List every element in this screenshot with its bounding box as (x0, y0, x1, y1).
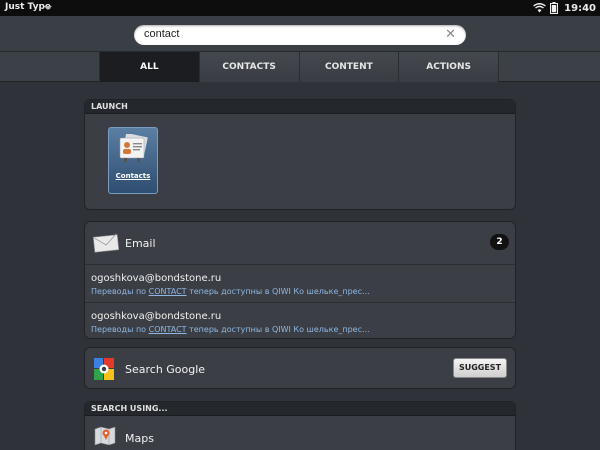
envelope-icon (93, 233, 119, 253)
snippet-text: теперь доступны в QIWI Ко шельке_прес… (186, 287, 370, 296)
email-count-badge: 2 (490, 234, 509, 250)
snippet-text: теперь доступны в QIWI Ко шельке_прес… (186, 325, 370, 334)
search-header: contact ✕ (0, 16, 600, 52)
search-using-panel: SEARCH USING... Maps (84, 401, 516, 450)
email-label: Email (125, 237, 156, 250)
tab-content[interactable]: CONTENT (298, 52, 399, 82)
app-menu-caret-icon[interactable] (44, 6, 52, 10)
tab-actions[interactable]: ACTIONS (398, 52, 499, 82)
contacts-app-label: Contacts (115, 172, 151, 180)
battery-icon (550, 2, 559, 14)
tab-all[interactable]: ALL (99, 52, 199, 82)
google-icon (94, 358, 114, 380)
clock: 19:40 (564, 2, 596, 14)
clear-icon[interactable]: ✕ (445, 27, 456, 42)
filter-tabs: ALL CONTACTS CONTENT ACTIONS (99, 52, 499, 82)
search-using-title: SEARCH USING... (85, 402, 515, 416)
status-icons: 19:40 (533, 1, 596, 15)
launch-panel: LAUNCH Contacts (84, 99, 516, 210)
suggest-button[interactable]: SUGGEST (453, 358, 507, 378)
email-sender: ogoshkova@bondstone.ru (91, 311, 222, 322)
snippet-text: Переводы по (91, 287, 149, 296)
launch-title: LAUNCH (85, 100, 515, 114)
search-using-item-maps[interactable]: Maps (125, 432, 154, 445)
snippet-text: Переводы по (91, 325, 149, 334)
snippet-highlight: CONTACT (148, 325, 187, 334)
tab-contacts[interactable]: CONTACTS (198, 52, 299, 82)
status-bar: Just Type 19:40 (0, 0, 600, 16)
wifi-icon (533, 3, 546, 13)
search-google-panel[interactable]: Search Google SUGGEST (84, 347, 516, 389)
search-query[interactable]: contact (144, 28, 179, 40)
email-header[interactable]: Email 2 (85, 222, 515, 264)
contacts-icon (119, 134, 148, 162)
search-input[interactable]: contact ✕ (134, 25, 466, 45)
email-result[interactable]: ogoshkova@bondstone.ru Переводы по CONTA… (85, 302, 515, 340)
email-snippet: Переводы по CONTACT теперь доступны в QI… (91, 325, 370, 334)
search-google-label: Search Google (125, 363, 206, 376)
email-sender: ogoshkova@bondstone.ru (91, 273, 222, 284)
email-result[interactable]: ogoshkova@bondstone.ru Переводы по CONTA… (85, 264, 515, 302)
contacts-app-tile[interactable]: Contacts (108, 127, 158, 194)
email-panel: Email 2 ogoshkova@bondstone.ru Переводы … (84, 221, 516, 339)
filter-tabbar: ALL CONTACTS CONTENT ACTIONS (0, 52, 600, 82)
snippet-highlight: CONTACT (148, 287, 187, 296)
maps-icon (94, 426, 116, 446)
email-snippet: Переводы по CONTACT теперь доступны в QI… (91, 287, 370, 296)
